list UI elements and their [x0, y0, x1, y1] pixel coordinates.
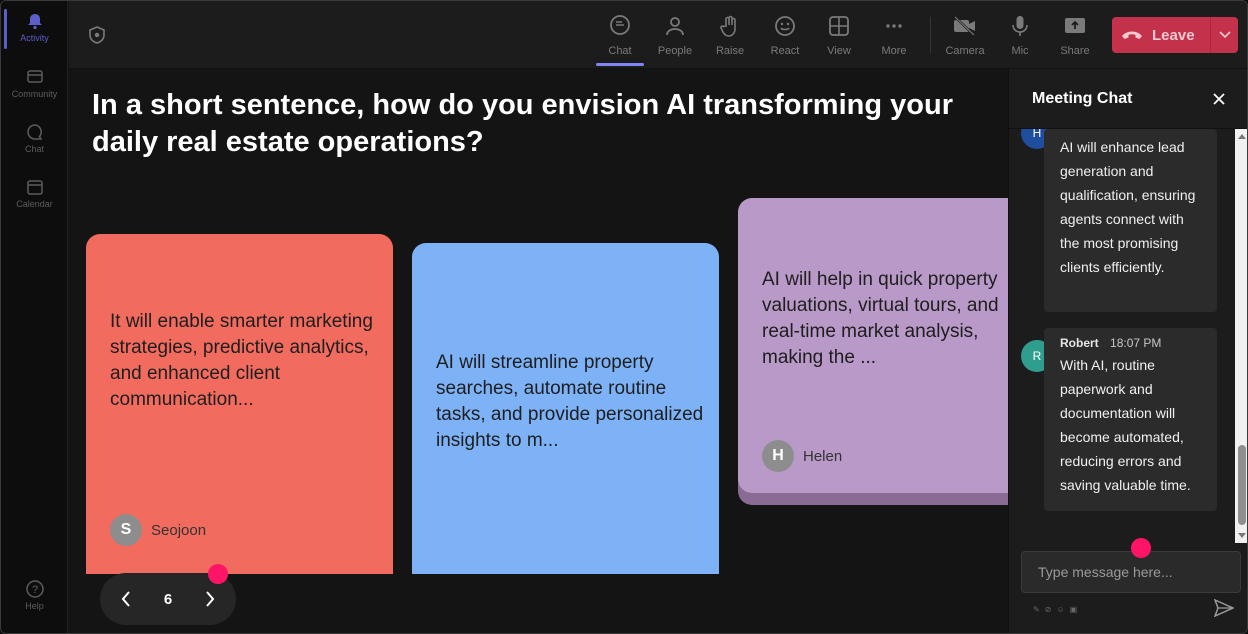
question-heading: In a short sentence, how do you envision… [92, 89, 953, 158]
people-label: People [657, 45, 693, 57]
rail-label: Chat [24, 144, 44, 154]
author-name: Seojoon [151, 521, 207, 539]
more-button[interactable]: More [866, 13, 922, 63]
smiley-icon [772, 13, 798, 39]
chat-label: Chat [608, 45, 632, 57]
chevron-left-icon[interactable] [114, 587, 138, 611]
chat-scrollbar[interactable] [1235, 129, 1247, 543]
response-line: valuations, virtual tours, and [762, 295, 999, 316]
app-rail: Activity Community Chat Calendar ? Help [1, 1, 68, 633]
chat-message: AI will enhance lead generation and qual… [1044, 129, 1217, 312]
chat-messages[interactable]: H AI will enhance lead generation and qu… [1009, 129, 1235, 543]
rail-item-help[interactable]: ? Help [1, 579, 68, 611]
svg-text:?: ? [31, 584, 37, 596]
message-meta: Robert 18:07 PM [1060, 336, 1201, 350]
response-line: real-time market analysis, [762, 321, 979, 342]
attach-icon[interactable]: ⊘ [1045, 605, 1052, 614]
message-text: With AI, routine paperwork and documenta… [1060, 357, 1191, 493]
share-button[interactable]: Share [1047, 13, 1103, 63]
share-label: Share [1060, 45, 1090, 57]
send-icon[interactable] [1213, 598, 1236, 621]
message-time: 18:07 PM [1110, 336, 1162, 350]
avatar: S [110, 514, 142, 546]
view-button[interactable]: View [811, 13, 867, 63]
chevron-down-icon[interactable] [1210, 17, 1238, 53]
message-author: Robert [1060, 336, 1099, 350]
response-text: It will enable smarter marketing strateg… [110, 311, 373, 410]
rail-item-calendar[interactable]: Calendar [1, 177, 68, 209]
response-text: AI will streamline property searches, au… [436, 352, 704, 451]
gif-icon[interactable]: ▣ [1070, 605, 1078, 614]
scroll-up-arrow-icon[interactable] [1238, 134, 1246, 139]
response-author: S Seojoon [110, 514, 206, 546]
cursor-marker [1131, 538, 1151, 558]
rail-item-community[interactable]: Community [1, 67, 68, 99]
message-text: AI will enhance lead generation and qual… [1060, 139, 1196, 275]
response-line: AI will help in quick property [762, 269, 998, 290]
close-icon[interactable] [1209, 89, 1229, 109]
people-button[interactable]: People [647, 13, 703, 63]
chat-title: Meeting Chat [1032, 90, 1133, 107]
leave-button[interactable]: Leave [1112, 17, 1238, 53]
chat-icon [25, 122, 45, 142]
format-toolbar: ✎ ⊘ ☺ ▣ [1033, 605, 1077, 614]
mic-icon [1007, 13, 1033, 39]
response-card[interactable]: It will enable smarter marketing strateg… [86, 234, 393, 574]
hang-up-icon [1112, 29, 1152, 41]
raise-hand-button[interactable]: Raise [702, 13, 758, 63]
rail-label: Community [11, 89, 58, 99]
camera-button[interactable]: Camera [937, 13, 993, 63]
more-dots-icon [881, 13, 907, 39]
help-icon: ? [25, 579, 45, 599]
chat-message: Robert 18:07 PM With AI, routine paperwo… [1044, 328, 1217, 511]
message-input[interactable]: Type message here... [1021, 551, 1241, 593]
mic-button[interactable]: Mic [992, 13, 1048, 63]
author-name: Helen [803, 447, 843, 465]
cursor-marker [208, 564, 228, 584]
rail-label: Calendar [16, 199, 53, 209]
avatar: H [762, 440, 794, 472]
grid-icon [826, 13, 852, 39]
leave-label: Leave [1152, 26, 1195, 44]
format-icon[interactable]: ✎ [1033, 605, 1040, 614]
response-text: AI will help in quick property valuation… [762, 267, 1008, 371]
scroll-thumb[interactable] [1238, 445, 1246, 525]
avatar-initial: R [1032, 349, 1042, 363]
response-card[interactable]: AI will streamline property searches, au… [412, 243, 719, 574]
hand-icon [717, 13, 743, 39]
meeting-toolbar: Chat People Raise React View More Camera… [69, 1, 1247, 69]
react-label: React [770, 45, 800, 57]
chevron-right-icon[interactable] [198, 587, 222, 611]
camera-off-icon [952, 13, 978, 39]
view-label: View [827, 45, 851, 57]
avatar-initial: H [1032, 129, 1042, 140]
chat-button[interactable]: Chat [592, 13, 648, 66]
raise-label: Raise [715, 45, 745, 57]
camera-label: Camera [945, 45, 985, 57]
rail-item-chat[interactable]: Chat [1, 122, 68, 154]
shield-icon[interactable] [87, 25, 107, 45]
rail-item-activity[interactable]: Activity [1, 11, 68, 43]
more-label: More [881, 45, 907, 57]
response-card[interactable]: AI will help in quick property valuation… [738, 198, 1008, 493]
response-line: making the ... [762, 347, 877, 368]
emoji-icon[interactable]: ☺ [1056, 605, 1064, 614]
presentation-stage: In a short sentence, how do you envision… [69, 69, 1008, 633]
meeting-chat-panel: Meeting Chat H AI will enhance lead gene… [1008, 69, 1247, 633]
chat-bubble-icon [607, 13, 633, 39]
community-icon [25, 67, 45, 87]
toolbar-divider [930, 17, 931, 53]
rail-label: Activity [20, 33, 49, 43]
response-author: H Helen [762, 440, 842, 472]
react-button[interactable]: React [757, 13, 813, 63]
rail-label: Help [25, 601, 44, 611]
scroll-down-arrow-icon[interactable] [1238, 533, 1246, 538]
mic-label: Mic [1011, 45, 1029, 57]
page-number: 6 [163, 590, 173, 608]
people-icon [662, 13, 688, 39]
meeting-window: Activity Community Chat Calendar ? Help [0, 0, 1248, 634]
bell-icon [25, 11, 45, 31]
share-screen-icon [1062, 13, 1088, 39]
calendar-icon [25, 177, 45, 197]
